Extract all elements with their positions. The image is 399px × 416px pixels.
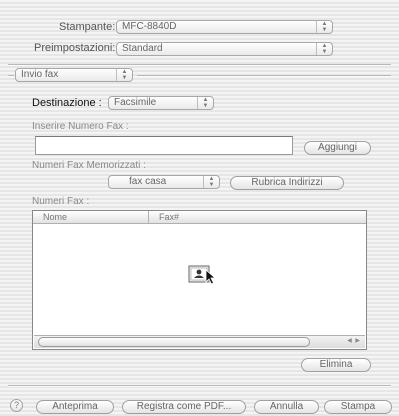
cancel-button[interactable]: Annulla xyxy=(254,400,319,414)
stored-numbers-popup[interactable]: fax casa ▲ ▼ xyxy=(108,175,220,189)
mouse-pointer-icon xyxy=(205,269,217,285)
popup-arrows-icon: ▲ ▼ xyxy=(116,69,132,81)
scroll-arrows-icon[interactable]: ◀ ▶ xyxy=(347,336,361,347)
separator xyxy=(8,64,391,66)
fax-number-label: Inserire Numero Fax : xyxy=(32,121,129,132)
printer-label: Stampante: xyxy=(59,21,116,33)
popup-arrows-icon: ▲ ▼ xyxy=(203,176,219,188)
help-icon[interactable]: ? xyxy=(10,399,23,412)
fax-number-input[interactable] xyxy=(35,136,293,155)
separator xyxy=(137,75,391,77)
table-header: Nome Fax# xyxy=(33,211,366,224)
print-button[interactable]: Stampa xyxy=(324,400,392,414)
scrollbar-thumb[interactable] xyxy=(38,337,310,347)
preview-button[interactable]: Anteprima xyxy=(36,400,114,414)
destination-popup[interactable]: Facsimile ▲ ▼ xyxy=(108,96,214,110)
delete-button[interactable]: Elimina xyxy=(301,358,371,372)
fax-numbers-table[interactable]: Nome Fax# ◀ ▶ xyxy=(32,210,367,350)
panel-value: Invio fax xyxy=(21,69,59,80)
destination-value: Facsimile xyxy=(114,97,157,108)
popup-arrows-icon: ▲ ▼ xyxy=(197,97,213,109)
presets-label: Preimpostazioni: xyxy=(34,42,116,54)
separator xyxy=(8,385,391,387)
address-book-button[interactable]: Rubrica Indirizzi xyxy=(230,176,344,190)
panel-popup[interactable]: Invio fax ▲ ▼ xyxy=(15,68,133,82)
save-as-pdf-button[interactable]: Registra come PDF... xyxy=(122,400,246,414)
print-fax-dialog: { "printer": { "label": "Stampante:", "v… xyxy=(0,0,399,416)
destination-label: Destinazione : xyxy=(32,97,102,109)
popup-arrows-icon: ▲ ▼ xyxy=(316,43,332,55)
stored-numbers-label: Numeri Fax Memorizzati : xyxy=(32,160,146,171)
add-button[interactable]: Aggiungi xyxy=(304,141,371,155)
column-header-name[interactable]: Nome xyxy=(33,211,149,223)
presets-value: Standard xyxy=(122,43,163,54)
popup-arrows-icon: ▲ ▼ xyxy=(316,21,332,33)
fax-numbers-label: Numeri Fax : xyxy=(32,196,90,207)
presets-popup[interactable]: Standard ▲ ▼ xyxy=(116,42,333,56)
separator xyxy=(8,75,14,77)
horizontal-scrollbar[interactable]: ◀ ▶ xyxy=(34,335,365,348)
printer-popup[interactable]: MFC-8840D ▲ ▼ xyxy=(116,20,333,34)
stored-numbers-value: fax casa xyxy=(129,176,167,187)
printer-value: MFC-8840D xyxy=(122,21,177,32)
